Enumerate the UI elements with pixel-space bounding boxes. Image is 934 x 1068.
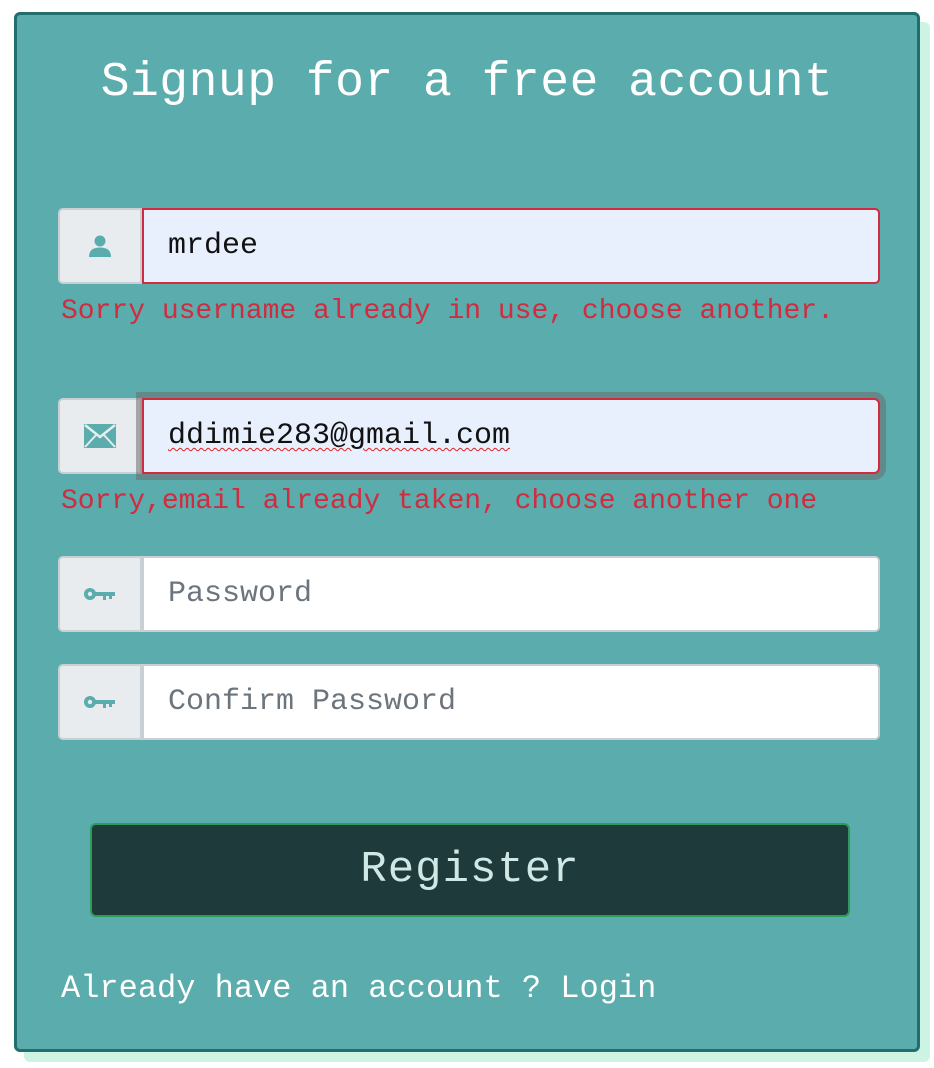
- email-error: Sorry,email already taken, choose anothe…: [61, 486, 818, 517]
- confirm-password-input[interactable]: [142, 664, 880, 740]
- email-group: ddimie283@gmail.com: [58, 398, 880, 474]
- signup-card: Signup for a free account Sorry username…: [14, 12, 920, 1052]
- username-input[interactable]: [142, 208, 880, 284]
- confirm-password-group: [58, 664, 880, 740]
- email-value: ddimie283@gmail.com: [168, 419, 511, 453]
- key-icon: [58, 664, 142, 740]
- register-button[interactable]: Register: [90, 823, 850, 917]
- user-icon: [58, 208, 142, 284]
- password-group: [58, 556, 880, 632]
- key-icon: [58, 556, 142, 632]
- envelope-icon: [58, 398, 142, 474]
- email-input[interactable]: ddimie283@gmail.com: [142, 398, 880, 474]
- username-error: Sorry username already in use, choose an…: [61, 296, 834, 327]
- login-prompt: Already have an account ? Login: [61, 969, 656, 1009]
- username-group: [58, 208, 880, 284]
- form-title: Signup for a free account: [100, 56, 834, 110]
- login-prompt-text: Already have an account ?: [61, 970, 542, 1007]
- password-input[interactable]: [142, 556, 880, 632]
- login-link[interactable]: Login: [560, 970, 656, 1007]
